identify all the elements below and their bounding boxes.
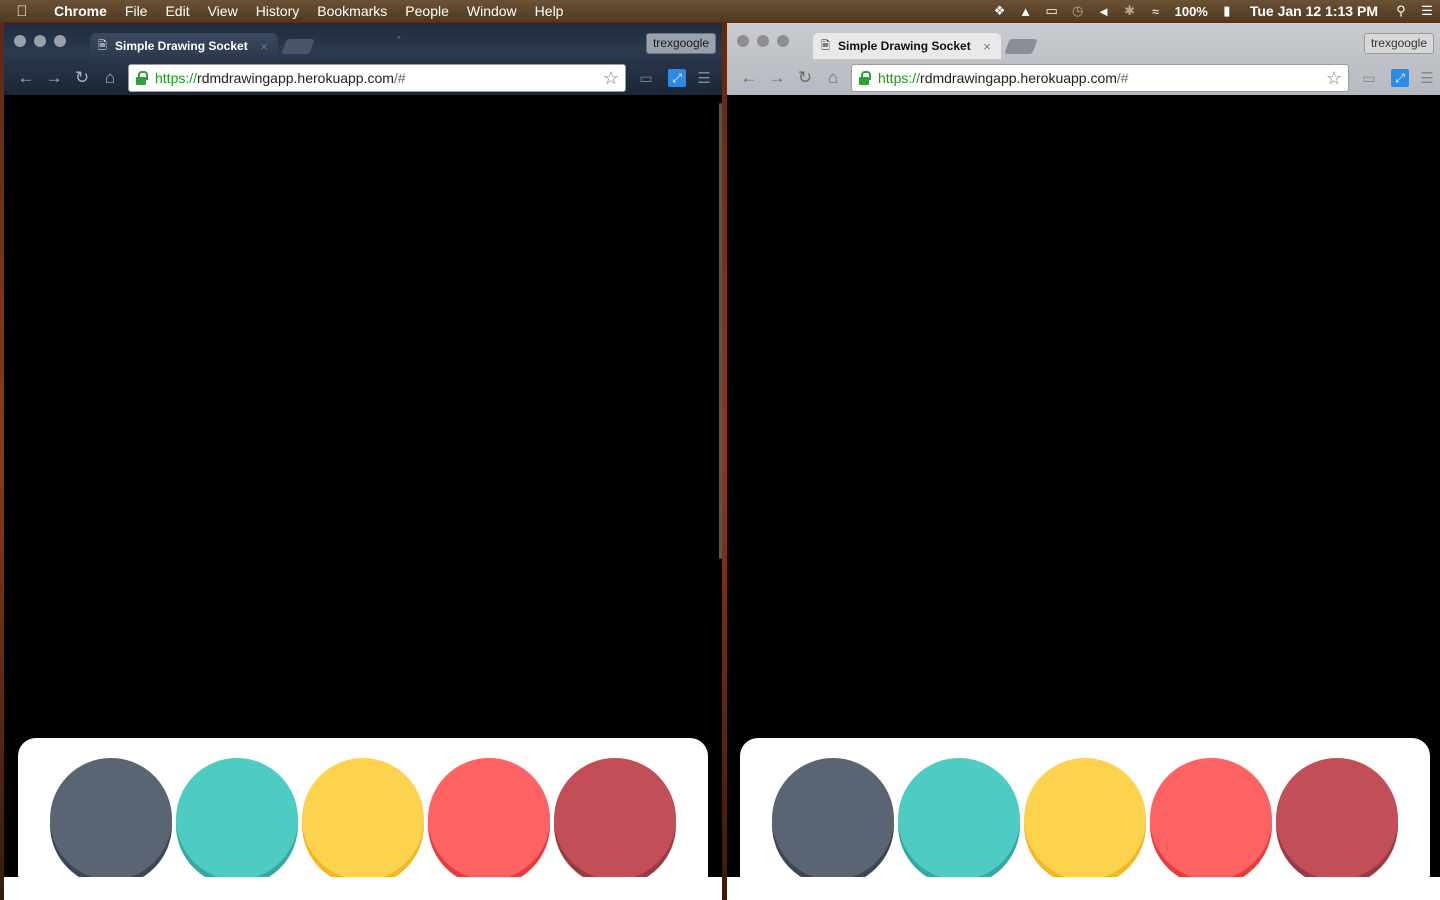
color-swatch-teal[interactable] <box>898 758 1020 886</box>
color-swatch-yellow[interactable] <box>302 758 424 886</box>
address-bar[interactable]: https:// rdmdrawingapp.herokuapp.com /# … <box>128 64 626 92</box>
home-icon[interactable]: ⌂ <box>819 68 847 88</box>
browser-chrome: 🗎 Simple Drawing Socket × trexgoogle ← →… <box>4 23 722 95</box>
page-icon: 🗎 <box>821 39 830 52</box>
forward-arrow-icon[interactable]: → <box>763 68 791 88</box>
chrome-menu-icon[interactable]: ☰ <box>692 69 716 87</box>
profile-button[interactable]: trexgoogle <box>1363 33 1434 54</box>
extension-expand-icon[interactable]: ⤢ <box>668 69 686 87</box>
tab-title: Simple Drawing Socket <box>838 39 971 53</box>
dropbox-icon[interactable]: ❖ <box>987 3 1013 19</box>
drawing-canvas[interactable] <box>4 95 722 900</box>
lock-icon[interactable] <box>135 71 148 85</box>
forward-arrow-icon[interactable]: → <box>40 68 68 88</box>
back-arrow-icon[interactable]: ← <box>735 68 763 88</box>
new-tab-button[interactable] <box>281 39 315 54</box>
browser-tab[interactable]: 🗎 Simple Drawing Socket × <box>813 33 1001 59</box>
apple-menu-icon[interactable]:  <box>0 3 44 20</box>
browser-toolbar: ← → ↻ ⌂ https:// rdmdrawingapp.herokuapp… <box>4 61 722 95</box>
new-tab-button[interactable] <box>1004 39 1038 54</box>
reload-icon[interactable]: ↻ <box>68 68 96 88</box>
menu-people[interactable]: People <box>396 0 458 22</box>
close-tab-icon[interactable]: × <box>258 39 270 54</box>
url-host: rdmdrawingapp.herokuapp.com <box>197 70 394 86</box>
menu-clock[interactable]: Tue Jan 12 1:13 PM <box>1240 3 1388 19</box>
page-icon: 🗎 <box>98 39 107 52</box>
bookmark-star-icon[interactable]: ☆ <box>603 68 619 89</box>
wifi-icon[interactable]: ≈ <box>1143 4 1169 19</box>
menu-help[interactable]: Help <box>526 0 573 22</box>
color-swatch-teal[interactable] <box>176 758 298 886</box>
drawing-canvas[interactable] <box>727 95 1440 900</box>
airplay-icon[interactable]: ▭ <box>1039 3 1065 19</box>
menu-edit[interactable]: Edit <box>156 0 198 22</box>
bluetooth-icon[interactable]: ✱ <box>1117 3 1143 19</box>
minimize-window-button[interactable] <box>757 35 769 47</box>
cast-icon[interactable]: ▭ <box>1355 70 1383 87</box>
color-swatch-crimson[interactable] <box>554 758 676 886</box>
menu-view[interactable]: View <box>199 0 247 22</box>
browser-tab[interactable]: 🗎 Simple Drawing Socket × <box>90 33 278 59</box>
scrollbar[interactable] <box>719 103 722 559</box>
url-path: /# <box>393 70 406 86</box>
url-host: rdmdrawingapp.herokuapp.com <box>920 70 1117 86</box>
zoom-window-button[interactable] <box>777 35 789 47</box>
color-swatch-crimson[interactable] <box>1276 758 1398 886</box>
volume-icon[interactable]: ◄ <box>1091 4 1117 19</box>
chrome-menu-icon[interactable]: ☰ <box>1415 69 1439 87</box>
url-scheme: https:// <box>878 70 921 86</box>
address-bar[interactable]: https:// rdmdrawingapp.herokuapp.com /# … <box>851 64 1349 92</box>
color-swatch-coral[interactable] <box>428 758 550 886</box>
color-palette <box>18 738 708 898</box>
color-swatch-slate[interactable] <box>50 758 172 886</box>
menu-history[interactable]: History <box>247 0 309 22</box>
home-icon[interactable]: ⌂ <box>96 68 124 88</box>
battery-icon[interactable]: ▮ <box>1214 3 1240 19</box>
lock-icon[interactable] <box>858 71 871 85</box>
browser-window-left: 🗎 Simple Drawing Socket × trexgoogle ← →… <box>4 23 722 900</box>
color-palette <box>740 738 1430 898</box>
close-window-button[interactable] <box>737 35 749 47</box>
time-machine-icon[interactable]: ◷ <box>1065 3 1091 19</box>
zoom-window-button[interactable] <box>54 35 66 47</box>
tab-title: Simple Drawing Socket <box>115 39 248 53</box>
close-tab-icon[interactable]: × <box>981 39 993 54</box>
close-window-button[interactable] <box>14 35 26 47</box>
menu-app-name[interactable]: Chrome <box>44 0 116 22</box>
back-arrow-icon[interactable]: ← <box>12 68 40 88</box>
menu-bookmarks[interactable]: Bookmarks <box>308 0 396 22</box>
cast-icon[interactable]: ▭ <box>632 70 660 87</box>
window-controls <box>737 35 789 47</box>
color-swatch-yellow[interactable] <box>1024 758 1146 886</box>
profile-button[interactable]: trexgoogle <box>645 33 716 54</box>
url-scheme: https:// <box>155 70 198 86</box>
color-swatch-coral[interactable] <box>1150 758 1272 886</box>
menu-window[interactable]: Window <box>458 0 526 22</box>
bookmark-star-icon[interactable]: ☆ <box>1326 68 1342 89</box>
notification-center-icon[interactable]: ☰ <box>1414 3 1440 19</box>
reload-icon[interactable]: ↻ <box>791 68 819 88</box>
menu-bar:  Chrome File Edit View History Bookmark… <box>0 0 1440 22</box>
color-swatch-slate[interactable] <box>772 758 894 886</box>
url-path: /# <box>1116 70 1129 86</box>
menu-file[interactable]: File <box>116 0 157 22</box>
page-bottom-strip <box>727 877 1440 900</box>
browser-chrome: 🗎 Simple Drawing Socket × trexgoogle ← →… <box>727 23 1440 95</box>
browser-window-right: 🗎 Simple Drawing Socket × trexgoogle ← →… <box>727 23 1440 900</box>
minimize-window-button[interactable] <box>34 35 46 47</box>
page-bottom-strip <box>4 877 722 900</box>
google-drive-icon[interactable]: ▲ <box>1013 4 1039 19</box>
battery-percent[interactable]: 100% <box>1169 4 1214 19</box>
status-area: ❖ ▲ ▭ ◷ ◄ ✱ ≈ 100% ▮ Tue Jan 12 1:13 PM … <box>987 0 1440 22</box>
spotlight-search-icon[interactable]: ⚲ <box>1388 3 1414 19</box>
browser-toolbar: ← → ↻ ⌂ https:// rdmdrawingapp.herokuapp… <box>727 61 1440 95</box>
extension-expand-icon[interactable]: ⤢ <box>1391 69 1409 87</box>
window-controls <box>14 35 66 47</box>
